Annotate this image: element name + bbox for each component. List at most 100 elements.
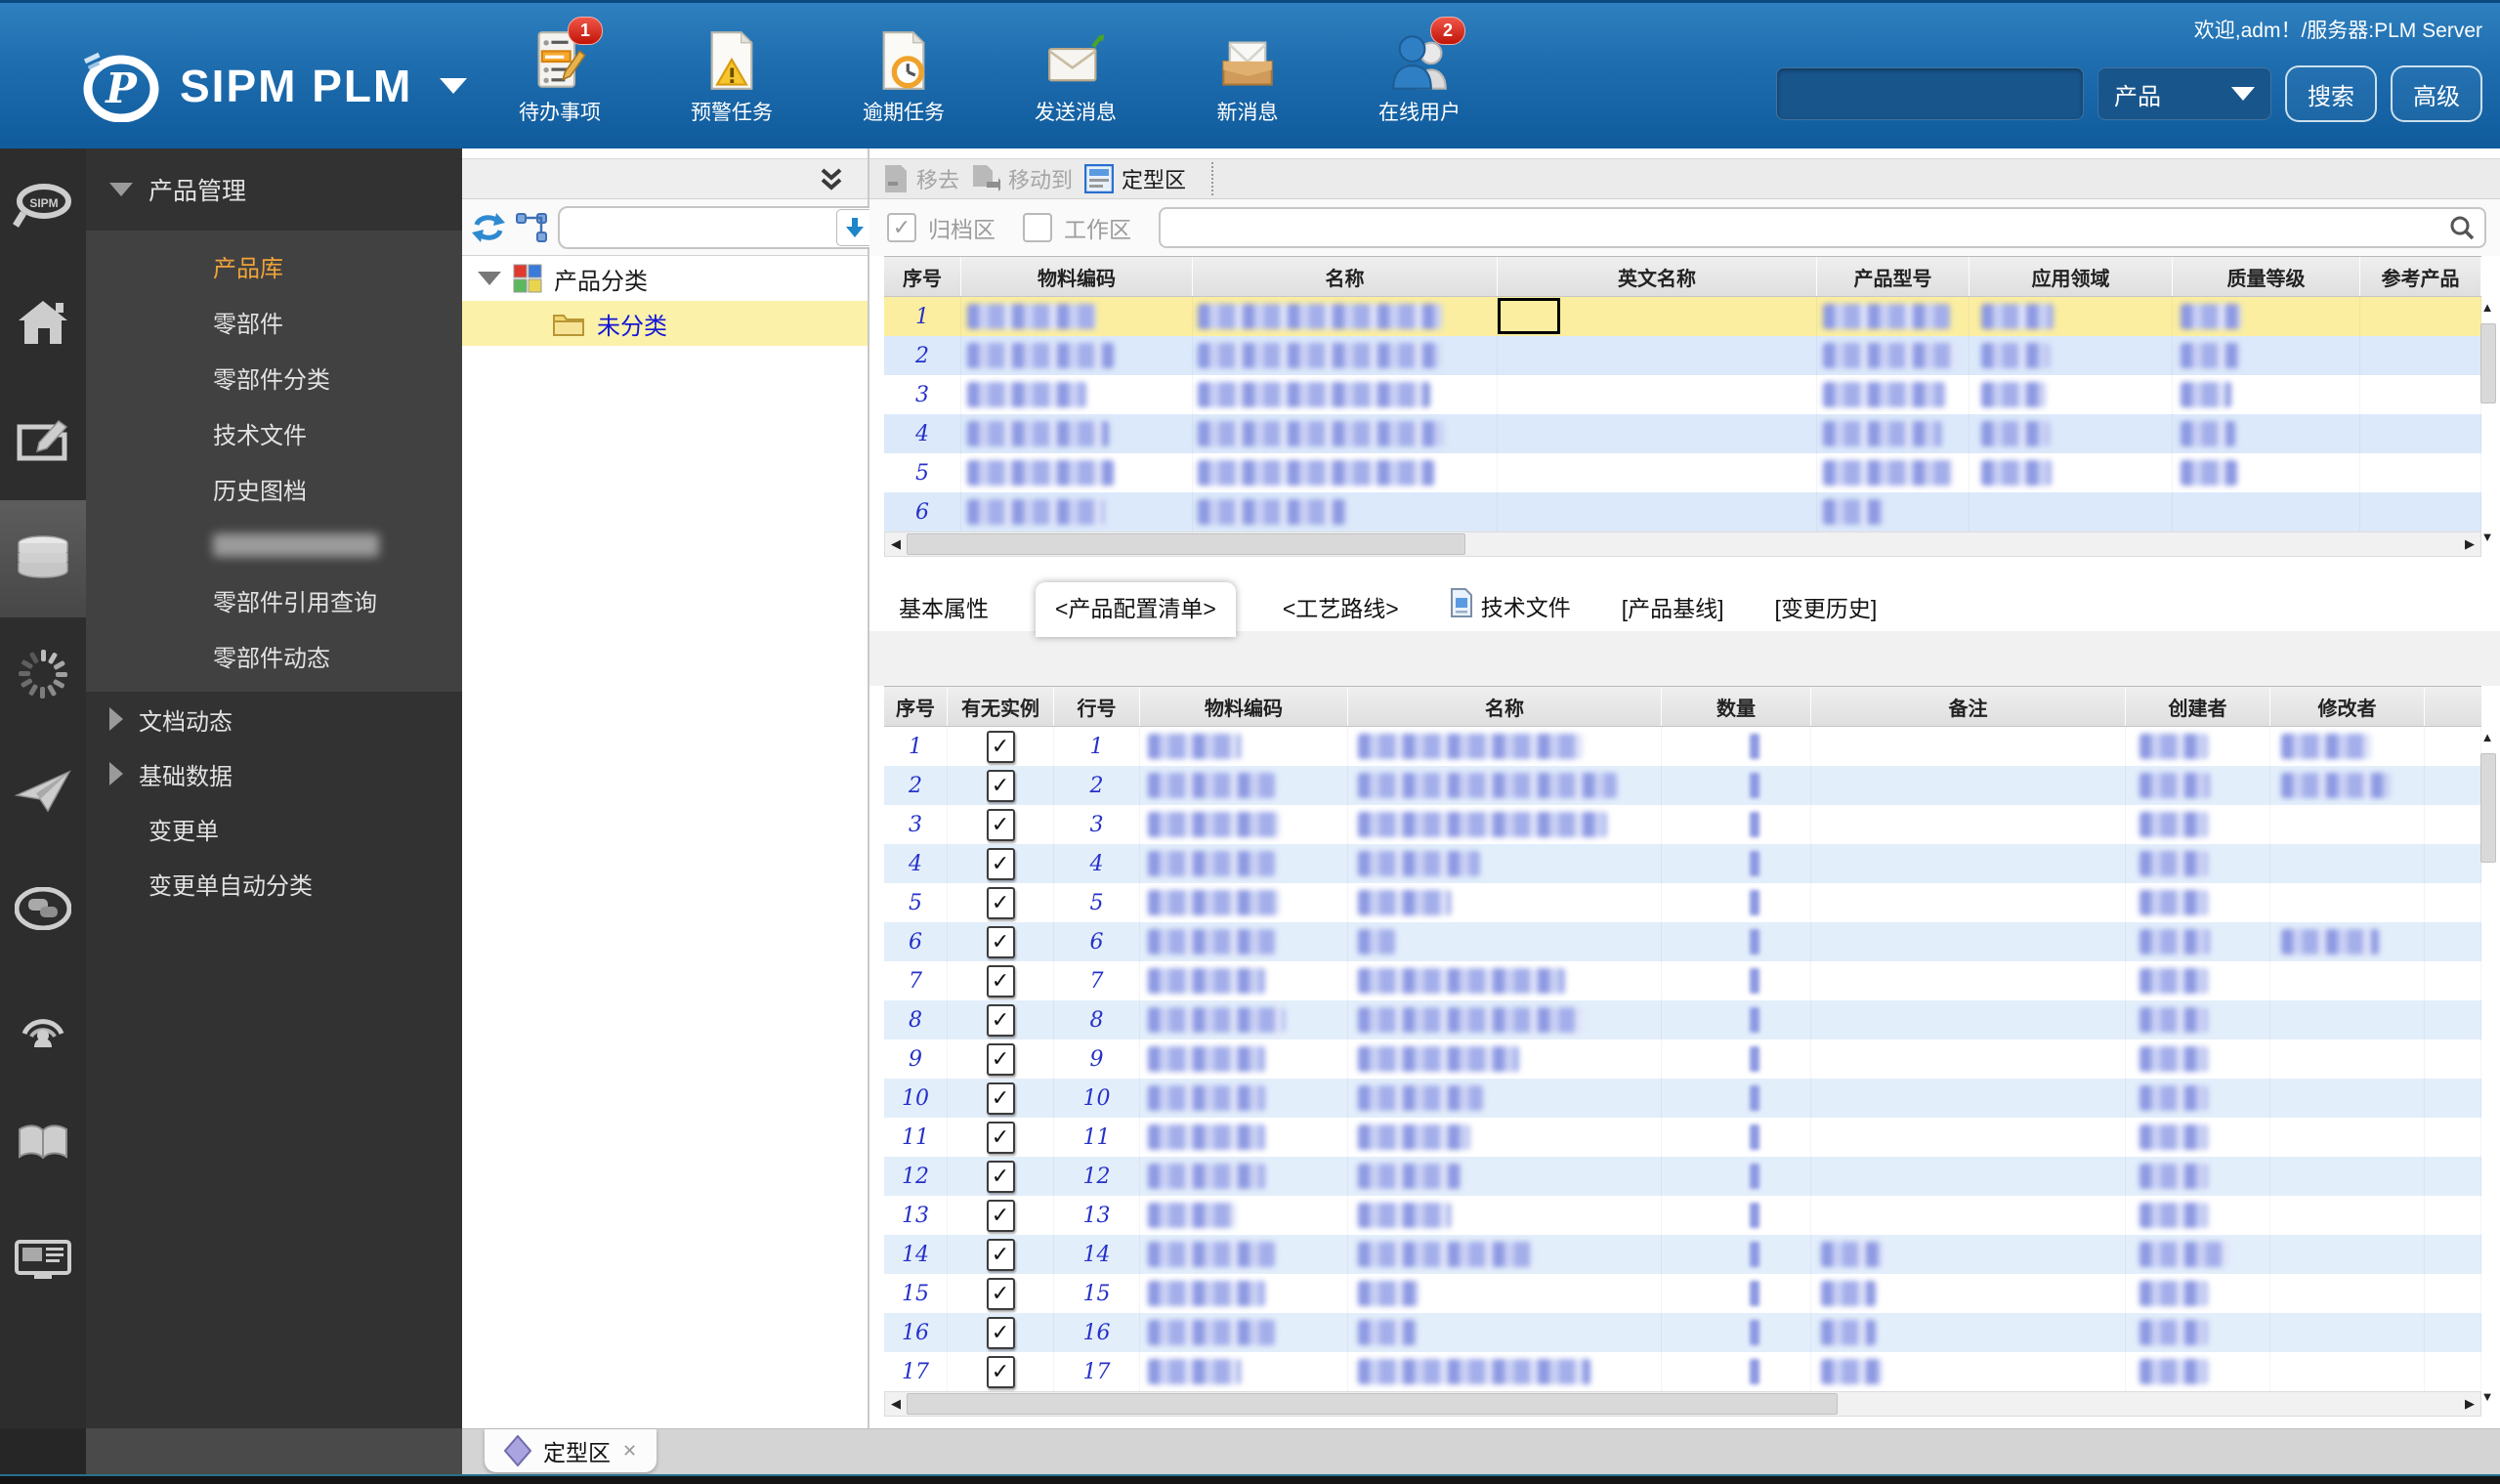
column-header-物料编码[interactable]: 物料编码 [1140,687,1348,726]
sidebar-section-基础数据[interactable]: 基础数据 [86,746,462,801]
sidebar-section-文档动态[interactable]: 文档动态 [86,692,462,746]
collapse-double-chevron-icon[interactable] [817,166,846,198]
typed-area-dock-tab[interactable]: 定型区 ✕ [485,1429,657,1472]
instance-checkbox[interactable]: ✓ [986,886,1015,919]
instance-checkbox[interactable]: ✓ [986,1238,1015,1271]
tab-工艺路线[interactable]: <工艺路线> [1279,582,1403,631]
instance-checkbox[interactable]: ✓ [986,1003,1015,1037]
sidebar-item-历史图档[interactable]: 历史图档 [86,461,462,517]
table-search-input[interactable] [1170,215,2449,240]
tree-filter-input[interactable] [570,215,832,239]
tree-expand-icon[interactable] [478,272,501,285]
sidebar-item-零部件[interactable]: 零部件 [86,294,462,350]
horizontal-scrollbar[interactable]: ◀ ▶ [884,531,2481,557]
instance-checkbox[interactable]: ✓ [986,925,1015,958]
sidebar-section-变更单自动分类[interactable]: 变更单自动分类 [86,856,462,911]
column-header-序号[interactable]: 序号 [884,687,948,726]
product-row-6[interactable]: 6 [884,492,2481,531]
column-header-参考产品[interactable]: 参考产品 [2360,257,2481,296]
product-row-4[interactable]: 4 [884,414,2481,453]
scroll-left-icon[interactable]: ◀ [885,1396,907,1412]
column-header-行号[interactable]: 行号 [1054,687,1140,726]
sidebar-section-product-mgmt[interactable]: 产品管理 [86,148,462,231]
work-area-checkbox[interactable] [1023,213,1052,242]
bom-row-17[interactable]: 17 ✓ 17 [884,1352,2481,1391]
bom-row-11[interactable]: 11 ✓ 11 [884,1118,2481,1157]
typed-area-button[interactable]: 定型区 [1084,163,1186,194]
app-logo[interactable]: P SIPM PLM [76,50,468,122]
org-structure-icon[interactable] [515,212,548,243]
column-header-数量[interactable]: 数量 [1662,687,1811,726]
search-button[interactable]: 搜索 [2285,65,2377,122]
scrollbar-track[interactable] [2479,319,2496,530]
search-icon[interactable] [2449,215,2475,240]
scroll-down-icon[interactable]: ▼ [2481,530,2494,549]
column-header-质量等级[interactable]: 质量等级 [2173,257,2360,296]
toolbar-item-预警任务[interactable]: 预警任务 [675,24,788,126]
column-header-备注[interactable]: 备注 [1811,687,2126,726]
sidebar-item-零部件引用查询[interactable]: 零部件引用查询 [86,572,462,628]
column-header-名称[interactable]: 名称 [1348,687,1662,726]
move-to-button[interactable]: 移动到 [971,163,1073,194]
search-category-dropdown[interactable]: 产品 [2097,67,2271,120]
bom-row-3[interactable]: 3 ✓ 3 [884,805,2481,844]
refresh-icon[interactable] [472,212,505,242]
tree-node-uncategorized[interactable]: 未分类 [462,301,868,346]
sidebar-item-redacted[interactable] [86,517,462,572]
sidebar-item-零部件分类[interactable]: 零部件分类 [86,350,462,405]
global-search-input[interactable] [1776,67,2084,120]
bom-row-12[interactable]: 12 ✓ 12 [884,1157,2481,1196]
column-header-创建者[interactable]: 创建者 [2126,687,2270,726]
bom-row-16[interactable]: 16 ✓ 16 [884,1313,2481,1352]
sidebar-section-变更单[interactable]: 变更单 [86,801,462,856]
column-header-物料编码[interactable]: 物料编码 [961,257,1193,296]
rail-broadcast-icon[interactable] [0,969,86,1086]
rail-chat-icon[interactable] [0,852,86,969]
product-row-2[interactable]: 2 [884,336,2481,375]
scroll-up-icon[interactable]: ▲ [2481,300,2494,319]
rail-workstation-icon[interactable] [0,1204,86,1321]
column-header-应用领域[interactable]: 应用领域 [1970,257,2173,296]
scroll-down-icon[interactable]: ▼ [2481,1389,2494,1409]
instance-checkbox[interactable]: ✓ [986,1042,1015,1076]
instance-checkbox[interactable]: ✓ [986,769,1015,802]
tab-基本属性[interactable]: 基本属性 [895,582,993,631]
tree-node-root[interactable]: 产品分类 [462,256,868,301]
instance-checkbox[interactable]: ✓ [986,730,1015,763]
instance-checkbox[interactable]: ✓ [986,1121,1015,1154]
scrollbar-thumb[interactable] [2480,753,2496,863]
toolbar-item-发送消息[interactable]: 发送消息 [1019,24,1132,126]
rail-book-icon[interactable] [0,1086,86,1204]
bom-row-7[interactable]: 7 ✓ 7 [884,961,2481,1000]
instance-checkbox[interactable]: ✓ [986,808,1015,841]
instance-checkbox[interactable]: ✓ [986,1316,1015,1349]
sidebar-item-技术文件[interactable]: 技术文件 [86,405,462,461]
column-header-名称[interactable]: 名称 [1193,257,1498,296]
horizontal-scrollbar[interactable]: ◀ ▶ [884,1391,2481,1417]
sidebar-item-产品库[interactable]: 产品库 [86,238,462,294]
product-row-5[interactable]: 5 [884,453,2481,492]
instance-checkbox[interactable]: ✓ [986,1277,1015,1310]
bom-row-8[interactable]: 8 ✓ 8 [884,1000,2481,1039]
rail-sipm-search-icon[interactable]: SIPM [0,148,86,266]
column-header-序号[interactable]: 序号 [884,257,961,296]
product-row-1[interactable]: 1 [884,297,2481,336]
vertical-scrollbar[interactable]: ▲ ▼ [2477,300,2498,549]
bom-row-2[interactable]: 2 ✓ 2 [884,766,2481,805]
bom-row-6[interactable]: 6 ✓ 6 [884,922,2481,961]
rail-home-icon[interactable] [0,266,86,383]
instance-checkbox[interactable]: ✓ [986,847,1015,880]
scrollbar-thumb[interactable] [907,533,1466,555]
column-header-产品型号[interactable]: 产品型号 [1817,257,1970,296]
instance-checkbox[interactable]: ✓ [986,1081,1015,1115]
toolbar-item-逾期任务[interactable]: 逾期任务 [847,24,960,126]
close-icon[interactable]: ✕ [622,1441,637,1462]
scrollbar-track[interactable] [907,532,2459,556]
toolbar-item-在线用户[interactable]: 2 在线用户 [1363,17,1476,126]
scroll-left-icon[interactable]: ◀ [885,536,907,552]
scroll-up-icon[interactable]: ▲ [2481,730,2494,749]
instance-checkbox[interactable]: ✓ [986,1199,1015,1232]
bom-row-14[interactable]: 14 ✓ 14 [884,1235,2481,1274]
instance-checkbox[interactable]: ✓ [986,964,1015,997]
vertical-scrollbar[interactable]: ▲ ▼ [2477,730,2498,1409]
